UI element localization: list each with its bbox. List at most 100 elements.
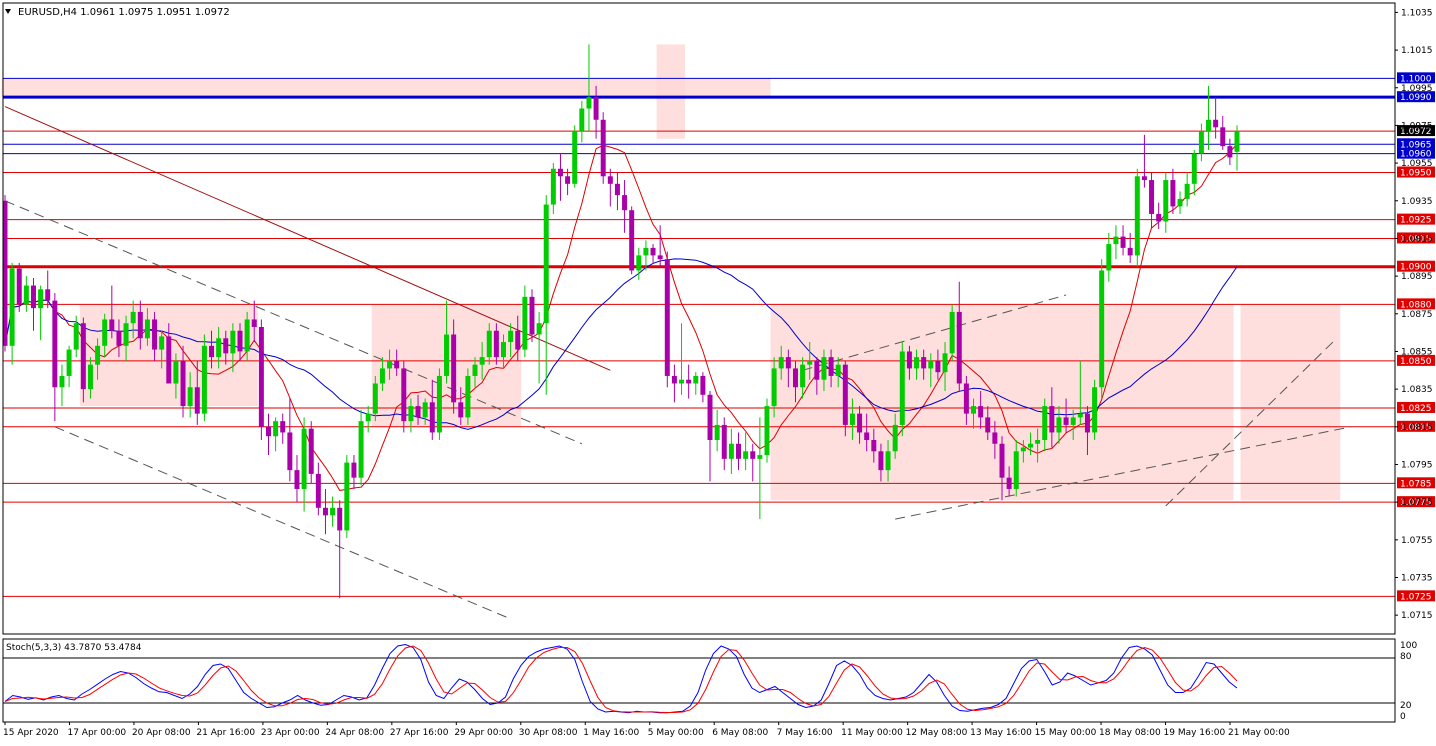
y-tick-label: 1.0775 [1401, 498, 1433, 508]
candle-body [216, 338, 222, 358]
candle-body [999, 443, 1005, 478]
stoch-level-80: 80 [1400, 652, 1412, 662]
candle-body [73, 323, 79, 350]
x-tick-label: 21 May 00:00 [1228, 728, 1290, 738]
candle-body [1020, 447, 1026, 452]
level-label-1.0950: 1.0950 [1400, 169, 1432, 179]
candle-body [237, 330, 243, 352]
candle-body [1113, 236, 1119, 245]
candle-body [1006, 477, 1012, 489]
stoch-label: Stoch(5,3,3) 43.7870 53.4784 [6, 643, 142, 653]
candle-body [971, 406, 977, 414]
candle-body [956, 311, 962, 384]
candle-body [821, 357, 827, 380]
candle-body [472, 364, 478, 376]
candle-body [736, 443, 741, 459]
y-tick-label: 1.0815 [1401, 423, 1433, 433]
symbol-header: EURUSD,H4 1.0961 1.0975 1.0951 1.0972 [18, 7, 230, 18]
candle-body [45, 289, 51, 301]
candle-body [330, 507, 336, 516]
x-tick-label: 13 May 16:00 [970, 728, 1032, 738]
candle-body [963, 383, 969, 414]
candle-body [59, 375, 65, 388]
candle-body [144, 319, 150, 339]
x-tick-label: 11 May 00:00 [841, 728, 903, 738]
candle-body [828, 357, 834, 376]
candle-body [493, 330, 499, 358]
candle-body [536, 323, 542, 335]
y-tick-label: 1.0795 [1401, 460, 1433, 470]
candle-body [629, 210, 635, 271]
candle-body [607, 176, 613, 184]
candle-body [1099, 270, 1105, 388]
candle-body [721, 424, 727, 459]
x-tick-label: 12 May 08:00 [906, 728, 968, 738]
y-tick-label: 1.0975 [1401, 121, 1433, 131]
candle-body [280, 421, 286, 433]
candle-body [166, 336, 172, 384]
candle-body [529, 296, 535, 335]
candle-body [344, 462, 350, 531]
candle-body [522, 296, 528, 350]
candle-body [664, 259, 670, 376]
candle-body [501, 342, 506, 358]
candle-body [1191, 153, 1197, 184]
candle-body [16, 268, 22, 305]
y-tick-label: 1.0955 [1401, 159, 1433, 169]
candle-body [116, 330, 122, 346]
candle-body [159, 336, 165, 350]
candle-body [102, 319, 108, 346]
candle-body [1013, 451, 1019, 489]
candle-body [949, 311, 955, 354]
candle-body [1063, 417, 1069, 425]
zone-rect-2 [1, 78, 771, 98]
candle-body [1213, 119, 1219, 128]
candle-body [351, 462, 357, 478]
candle-body [244, 319, 250, 352]
candle-body [543, 204, 549, 324]
candle-body [764, 406, 770, 456]
candle-body [1077, 413, 1083, 418]
candle-body [1206, 119, 1212, 132]
x-tick-label: 6 May 08:00 [712, 728, 768, 738]
candle-body [849, 413, 855, 425]
candle-body [1070, 417, 1076, 425]
x-tick-label: 20 Apr 08:00 [132, 728, 191, 738]
candle-body [444, 334, 450, 376]
candle-body [1092, 387, 1098, 433]
candle-body [714, 424, 720, 440]
candle-body [921, 357, 927, 369]
y-tick-label: 1.0915 [1401, 234, 1433, 244]
x-tick-label: 21 Apr 16:00 [196, 728, 255, 738]
candle-body [308, 428, 314, 474]
candle-body [892, 424, 898, 452]
candle-body [557, 168, 563, 177]
candle-body [209, 345, 215, 358]
candle-body [686, 379, 692, 384]
candle-body [572, 131, 578, 184]
level-label-1.0850: 1.0850 [1400, 357, 1432, 367]
chart-window: 1.1000 1.0990 1.0972 1.0965 1.0960 1.0950 1.09… [0, 0, 1436, 743]
candle-body [251, 319, 257, 327]
x-tick-label: 24 Apr 08:00 [325, 728, 384, 738]
candle-body [1198, 131, 1204, 154]
zone-rect-3 [656, 44, 686, 139]
candle-body [899, 351, 905, 425]
candle-body [315, 473, 321, 508]
candle-body [273, 421, 279, 437]
x-tick-label: 29 Apr 00:00 [454, 728, 513, 738]
candle-body [1084, 413, 1090, 433]
candle-body [358, 421, 364, 478]
candle-body [465, 375, 471, 418]
candle-body [52, 300, 58, 388]
level-label-1.0725: 1.0725 [1400, 592, 1432, 602]
level-label-1.0990: 1.0990 [1400, 93, 1432, 103]
candle-body [422, 402, 428, 418]
candle-body [130, 311, 136, 324]
candle-body [622, 195, 628, 211]
candle-body [857, 413, 863, 433]
candle-body [1184, 183, 1190, 199]
candle-body [728, 443, 734, 459]
candle-body [1149, 180, 1155, 214]
candle-body [1177, 198, 1183, 207]
